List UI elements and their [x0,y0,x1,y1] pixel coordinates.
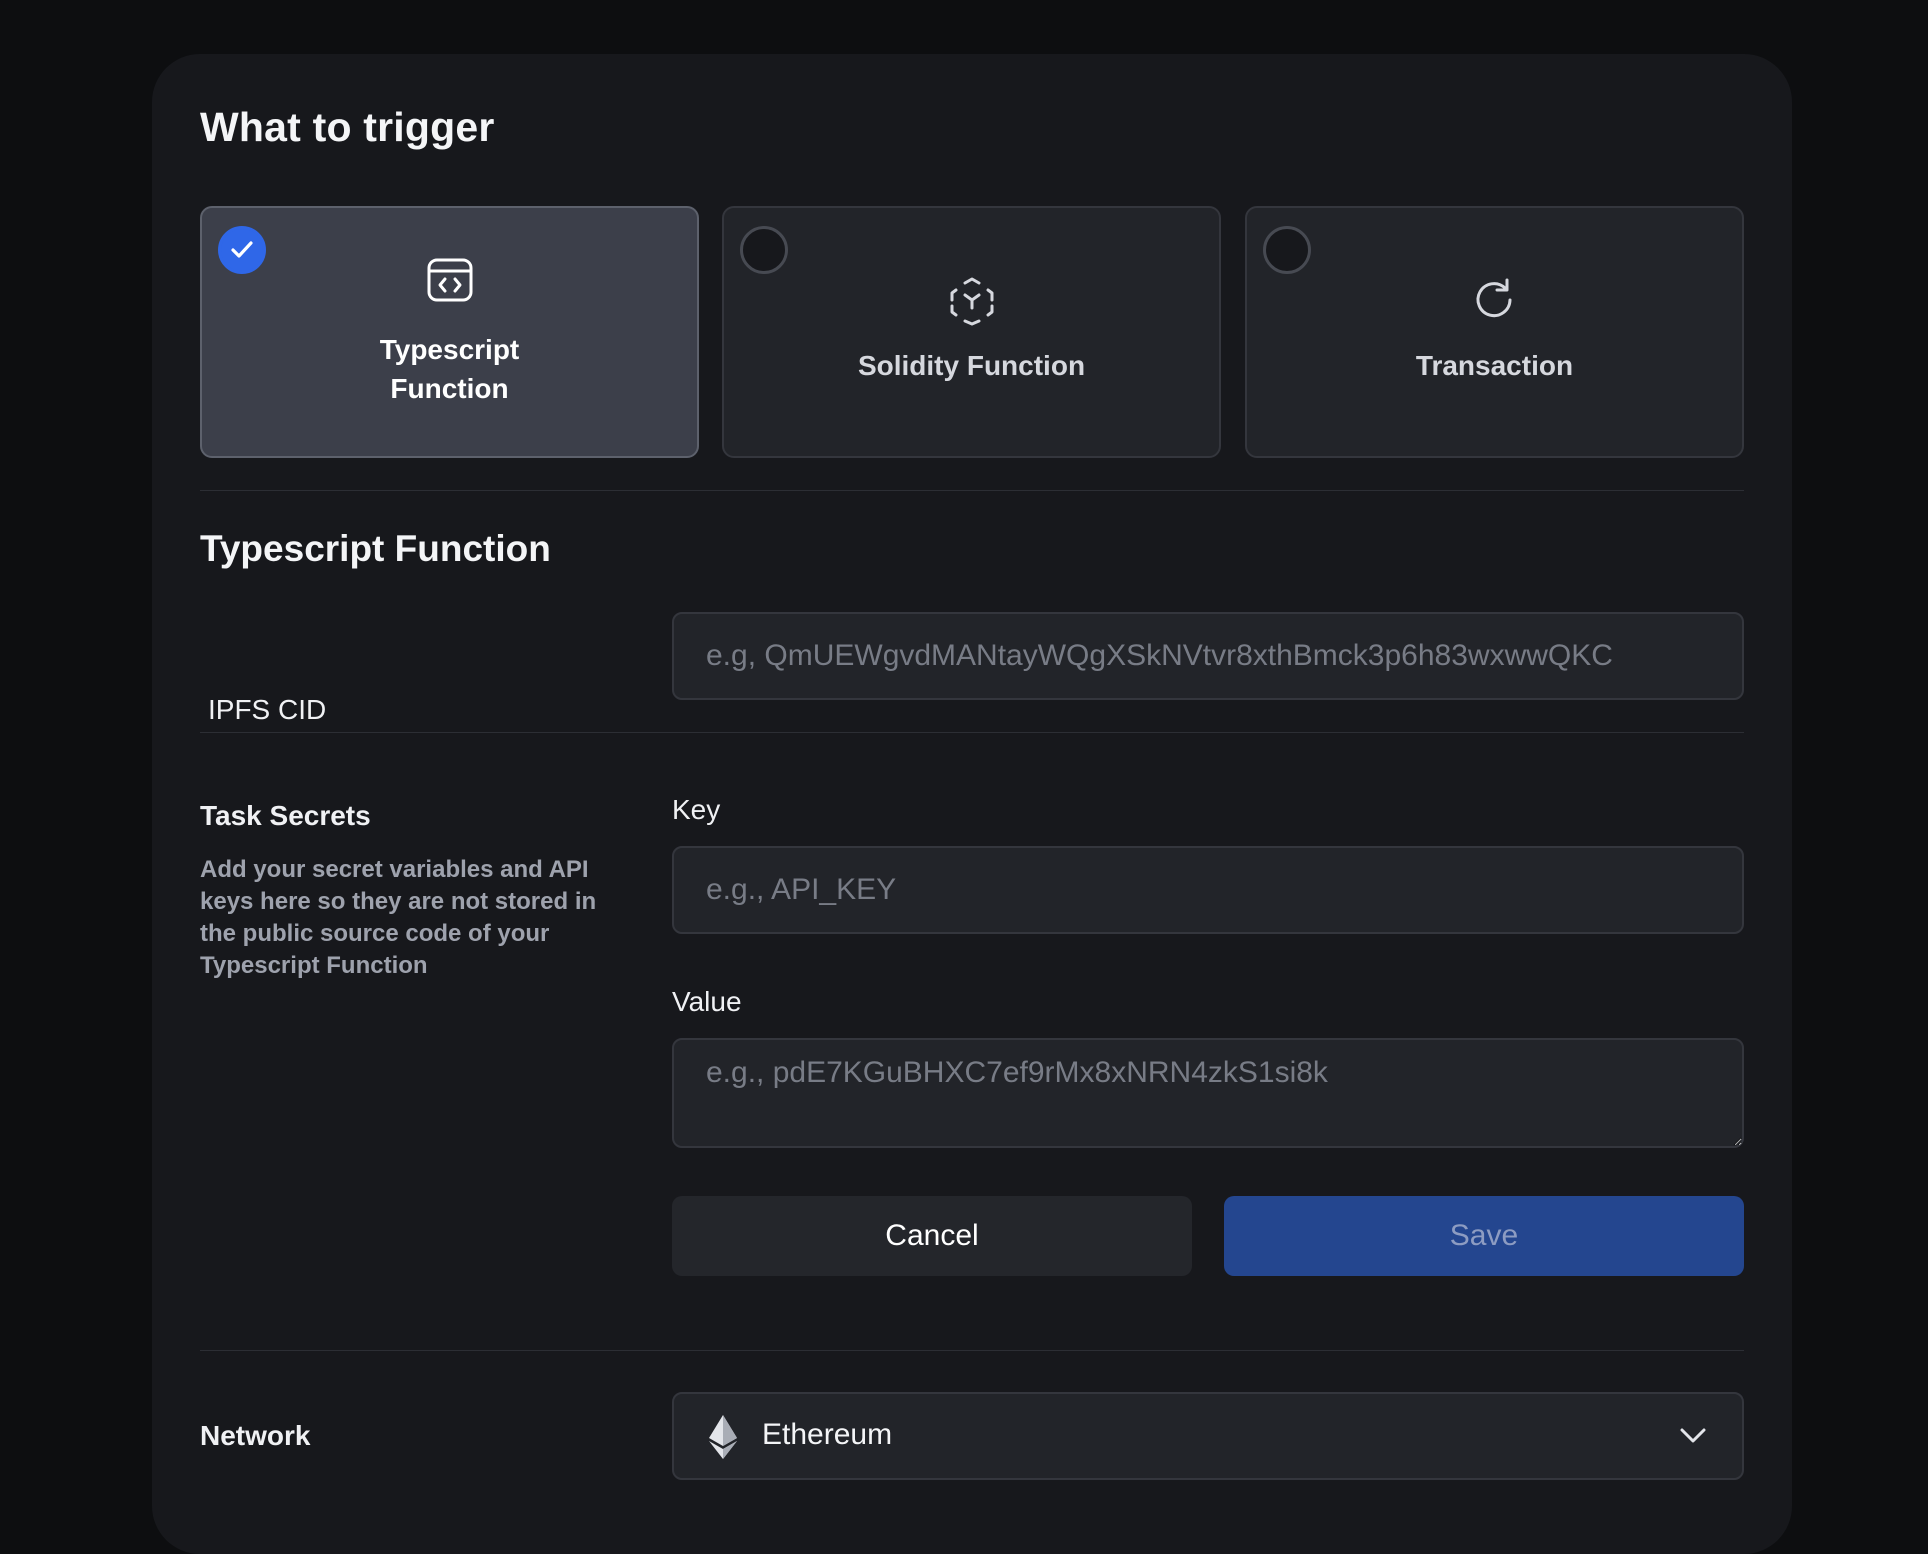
trigger-panel: What to trigger Typescript Function Soli… [152,54,1792,1554]
secret-key-input[interactable] [672,846,1744,934]
trigger-option-solidity[interactable]: Solidity Function [722,206,1221,458]
network-selected-value: Ethereum [762,1418,893,1451]
divider [200,1350,1744,1351]
task-secrets-description: Add your secret variables and API keys h… [200,856,597,979]
divider [200,732,1744,733]
cancel-button[interactable]: Cancel [672,1196,1192,1276]
scan-cube-icon [950,277,993,326]
trigger-options: Typescript Function Solidity Function Tr… [200,206,1744,458]
ipfs-cid-label: IPFS CID [208,694,327,725]
code-window-icon [427,258,472,302]
ethereum-icon [709,1415,737,1459]
value-label: Value [672,986,742,1017]
task-secrets-title: Task Secrets [200,800,371,831]
trigger-option-transaction[interactable]: Transaction [1245,206,1744,458]
radio-unchecked[interactable] [1263,226,1311,274]
trigger-option-typescript[interactable]: Typescript Function [200,206,699,458]
ipfs-cid-input[interactable] [672,612,1744,700]
secret-value-textarea[interactable] [672,1038,1744,1148]
chevron-down-icon [1680,1428,1706,1443]
trigger-option-label: Transaction [1415,350,1574,381]
key-label: Key [672,794,721,825]
divider [200,490,1744,491]
radio-unchecked[interactable] [740,226,788,274]
save-button[interactable]: Save [1224,1196,1744,1276]
trigger-option-label: Typescript Function [379,334,520,404]
network-label: Network [200,1420,311,1451]
section-title: Typescript Function [200,528,551,569]
trigger-option-label: Solidity Function [857,350,1086,381]
radio-checked[interactable] [218,226,266,274]
refresh-icon [1476,278,1511,318]
page-title: What to trigger [200,104,495,150]
checkmark-icon [231,241,253,258]
network-select[interactable]: Ethereum [672,1392,1744,1480]
